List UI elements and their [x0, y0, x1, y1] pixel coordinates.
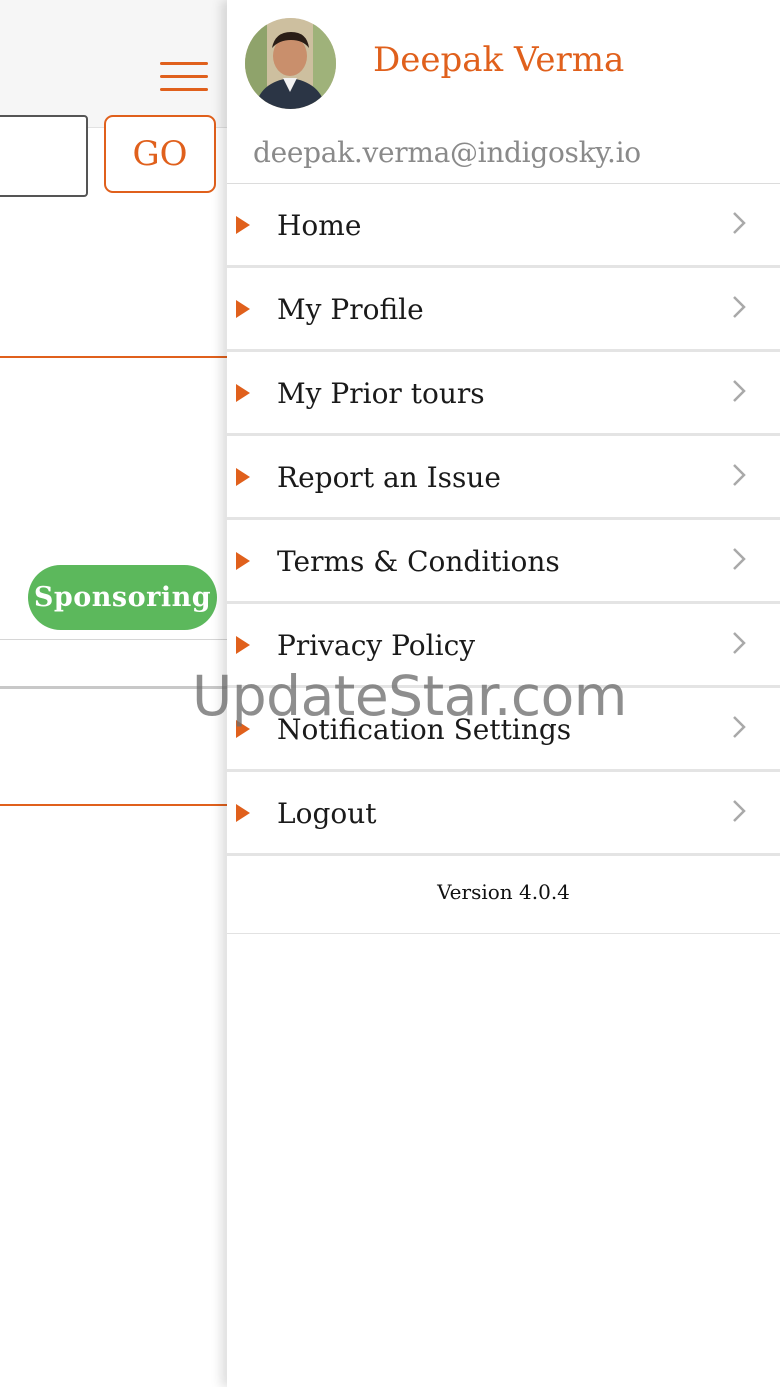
- go-button[interactable]: GO: [104, 115, 216, 193]
- row-divider: [0, 639, 228, 640]
- triangle-bullet-icon: [236, 720, 250, 738]
- menu-item-privacy-policy[interactable]: Privacy Policy: [227, 604, 780, 688]
- user-photo-icon: [245, 18, 336, 109]
- search-input[interactable]: [0, 115, 88, 197]
- menu-item-notification-settings[interactable]: Notification Settings: [227, 688, 780, 772]
- avatar[interactable]: [245, 18, 336, 109]
- sponsoring-badge[interactable]: Sponsoring: [28, 565, 217, 630]
- navigation-drawer: Deepak Verma deepak.verma@indigosky.io H…: [227, 0, 780, 1387]
- menu-item-label: Logout: [277, 797, 377, 830]
- chevron-right-icon: [733, 296, 746, 318]
- app-header: [0, 0, 228, 128]
- menu-item-my-prior-tours[interactable]: My Prior tours: [227, 352, 780, 436]
- user-name: Deepak Verma: [373, 40, 625, 80]
- chevron-right-icon: [733, 212, 746, 234]
- triangle-bullet-icon: [236, 216, 250, 234]
- profile-header: Deepak Verma deepak.verma@indigosky.io: [227, 0, 780, 184]
- app-screen: GO Sponsoring Deepak Verma deepak.verma@…: [0, 0, 780, 1387]
- menu-item-label: Report an Issue: [277, 461, 501, 494]
- menu-item-logout[interactable]: Logout: [227, 772, 780, 856]
- triangle-bullet-icon: [236, 300, 250, 318]
- chevron-right-icon: [733, 464, 746, 486]
- menu-item-home[interactable]: Home: [227, 184, 780, 268]
- triangle-bullet-icon: [236, 384, 250, 402]
- menu-item-label: My Profile: [277, 293, 424, 326]
- chevron-right-icon: [733, 716, 746, 738]
- triangle-bullet-icon: [236, 636, 250, 654]
- version-text: Version 4.0.4: [437, 880, 570, 904]
- menu-item-report-an-issue[interactable]: Report an Issue: [227, 436, 780, 520]
- menu-item-label: Terms & Conditions: [277, 545, 560, 578]
- menu-item-my-profile[interactable]: My Profile: [227, 268, 780, 352]
- background-app: GO Sponsoring: [0, 0, 228, 1387]
- triangle-bullet-icon: [236, 552, 250, 570]
- user-email: deepak.verma@indigosky.io: [253, 136, 641, 169]
- menu-item-terms-conditions[interactable]: Terms & Conditions: [227, 520, 780, 604]
- hamburger-menu-icon[interactable]: [160, 62, 208, 92]
- menu-item-label: Notification Settings: [277, 713, 572, 746]
- menu-item-label: Home: [277, 209, 362, 242]
- triangle-bullet-icon: [236, 804, 250, 822]
- version-row: Version 4.0.4: [227, 851, 780, 934]
- menu-item-label: Privacy Policy: [277, 629, 476, 662]
- row-divider: [0, 686, 228, 689]
- section-divider: [0, 804, 228, 806]
- chevron-right-icon: [733, 380, 746, 402]
- menu-item-label: My Prior tours: [277, 377, 485, 410]
- chevron-right-icon: [733, 632, 746, 654]
- chevron-right-icon: [733, 800, 746, 822]
- section-divider: [0, 356, 228, 358]
- chevron-right-icon: [733, 548, 746, 570]
- triangle-bullet-icon: [236, 468, 250, 486]
- drawer-menu: Home My Profile My Prior tours Report an…: [227, 184, 780, 856]
